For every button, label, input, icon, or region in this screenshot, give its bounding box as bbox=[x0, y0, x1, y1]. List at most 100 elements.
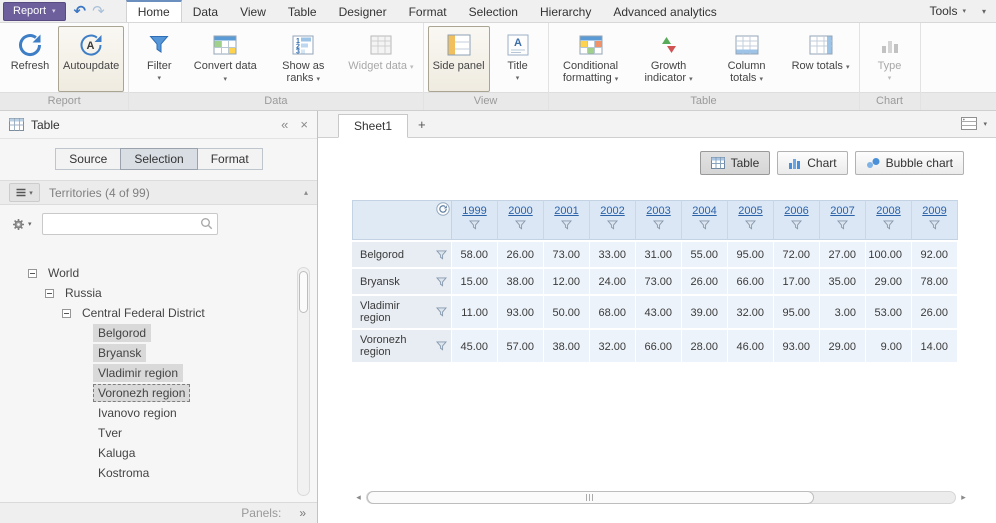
table-cell[interactable]: 72.00 bbox=[774, 240, 820, 267]
panel-tab-selection[interactable]: Selection bbox=[120, 148, 197, 170]
column-filter-icon[interactable] bbox=[636, 220, 681, 230]
table-cell[interactable]: 73.00 bbox=[544, 240, 590, 267]
column-filter-icon[interactable] bbox=[544, 220, 589, 230]
scrollbar-thumb[interactable] bbox=[367, 491, 814, 504]
sheet-tab[interactable]: Sheet1 bbox=[338, 114, 408, 138]
column-filter-icon[interactable] bbox=[820, 220, 865, 230]
filter-button[interactable]: Filter▾ bbox=[133, 26, 185, 92]
chart-type-button[interactable]: Type▾ bbox=[864, 26, 916, 92]
table-cell[interactable]: 32.00 bbox=[590, 328, 636, 362]
table-cell[interactable]: 32.00 bbox=[728, 294, 774, 328]
tree-item-russia[interactable]: Russia bbox=[0, 283, 317, 303]
table-cell[interactable]: 24.00 bbox=[590, 267, 636, 294]
show-as-ranks-button[interactable]: 123 Show as ranks ▾ bbox=[265, 26, 341, 92]
row-filter-icon[interactable] bbox=[436, 307, 447, 317]
tab-view[interactable]: View bbox=[229, 0, 277, 22]
collapse-section-icon[interactable]: ▴ bbox=[304, 188, 308, 197]
column-totals-button[interactable]: Column totals ▾ bbox=[709, 26, 785, 92]
autoupdate-button[interactable]: A Autoupdate bbox=[58, 26, 124, 92]
undo-button[interactable]: ↶ bbox=[71, 2, 90, 21]
view-chart-button[interactable]: Chart bbox=[777, 151, 847, 175]
scroll-right-icon[interactable]: ▸ bbox=[957, 492, 970, 503]
column-filter-icon[interactable] bbox=[498, 220, 543, 230]
column-filter-icon[interactable] bbox=[774, 220, 819, 230]
year-link[interactable]: 2004 bbox=[682, 205, 727, 217]
tree-item-central-federal-district[interactable]: Central Federal District bbox=[0, 303, 317, 323]
table-cell[interactable]: 35.00 bbox=[820, 267, 866, 294]
convert-data-button[interactable]: Convert data ▾ bbox=[187, 26, 263, 92]
collapse-panel-icon[interactable]: « bbox=[281, 118, 288, 131]
year-link[interactable]: 2007 bbox=[820, 205, 865, 217]
row-header[interactable]: Belgorod bbox=[352, 240, 452, 267]
expand-panels-icon[interactable]: » bbox=[299, 506, 306, 520]
horizontal-scrollbar[interactable]: ◂ ▸ bbox=[352, 490, 970, 505]
table-cell[interactable]: 39.00 bbox=[682, 294, 728, 328]
table-cell[interactable]: 14.00 bbox=[912, 328, 958, 362]
tree-collapse-icon[interactable] bbox=[28, 269, 37, 278]
search-input[interactable] bbox=[42, 213, 218, 235]
row-filter-icon[interactable] bbox=[436, 341, 447, 351]
tree-item-vladimir-region[interactable]: Vladimir region bbox=[0, 363, 317, 383]
tree-item-voronezh-region[interactable]: Voronezh region bbox=[0, 383, 317, 403]
tab-selection[interactable]: Selection bbox=[458, 0, 529, 22]
column-filter-icon[interactable] bbox=[866, 220, 911, 230]
scrollbar-track[interactable] bbox=[366, 491, 956, 504]
table-cell[interactable]: 66.00 bbox=[728, 267, 774, 294]
tree-collapse-icon[interactable] bbox=[45, 289, 54, 298]
table-cell[interactable]: 46.00 bbox=[728, 328, 774, 362]
settings-button[interactable]: ▾ bbox=[9, 216, 35, 233]
view-table-button[interactable]: Table bbox=[700, 151, 771, 175]
table-cell[interactable]: 26.00 bbox=[498, 240, 544, 267]
row-filter-icon[interactable] bbox=[436, 250, 447, 260]
tree-item-kostroma[interactable]: Kostroma bbox=[0, 463, 317, 483]
scroll-left-icon[interactable]: ◂ bbox=[352, 492, 365, 503]
table-cell[interactable]: 93.00 bbox=[498, 294, 544, 328]
table-cell[interactable]: 12.00 bbox=[544, 267, 590, 294]
tab-data[interactable]: Data bbox=[182, 0, 229, 22]
close-panel-icon[interactable]: × bbox=[300, 118, 308, 131]
refresh-button[interactable]: Refresh bbox=[4, 26, 56, 92]
table-cell[interactable]: 29.00 bbox=[820, 328, 866, 362]
tree-item-belgorod[interactable]: Belgorod bbox=[0, 323, 317, 343]
refresh-table-button[interactable] bbox=[436, 202, 450, 216]
tab-table[interactable]: Table bbox=[277, 0, 328, 22]
widget-data-button[interactable]: Widget data ▾ bbox=[343, 26, 418, 92]
table-cell[interactable]: 95.00 bbox=[728, 240, 774, 267]
table-cell[interactable]: 38.00 bbox=[544, 328, 590, 362]
row-header[interactable]: Voronezh region bbox=[352, 328, 452, 362]
table-cell[interactable]: 3.00 bbox=[820, 294, 866, 328]
table-cell[interactable]: 26.00 bbox=[682, 267, 728, 294]
table-cell[interactable]: 100.00 bbox=[866, 240, 912, 267]
table-cell[interactable]: 9.00 bbox=[866, 328, 912, 362]
column-filter-icon[interactable] bbox=[590, 220, 635, 230]
year-link[interactable]: 2006 bbox=[774, 205, 819, 217]
table-cell[interactable]: 53.00 bbox=[866, 294, 912, 328]
table-cell[interactable]: 17.00 bbox=[774, 267, 820, 294]
add-sheet-button[interactable]: + bbox=[408, 117, 436, 137]
table-cell[interactable]: 29.00 bbox=[866, 267, 912, 294]
table-cell[interactable]: 28.00 bbox=[682, 328, 728, 362]
column-filter-icon[interactable] bbox=[452, 220, 497, 230]
table-cell[interactable]: 66.00 bbox=[636, 328, 682, 362]
table-cell[interactable]: 58.00 bbox=[452, 240, 498, 267]
sheet-options-button[interactable]: ▾ bbox=[961, 117, 987, 130]
row-totals-button[interactable]: Row totals ▾ bbox=[787, 26, 855, 92]
growth-indicator-button[interactable]: Growth indicator ▾ bbox=[631, 26, 707, 92]
row-header[interactable]: Bryansk bbox=[352, 267, 452, 294]
column-filter-icon[interactable] bbox=[912, 220, 957, 230]
tab-format[interactable]: Format bbox=[398, 0, 458, 22]
table-cell[interactable]: 93.00 bbox=[774, 328, 820, 362]
title-button[interactable]: A Title▾ bbox=[492, 26, 544, 92]
table-cell[interactable]: 33.00 bbox=[590, 240, 636, 267]
table-cell[interactable]: 73.00 bbox=[636, 267, 682, 294]
tree-item-world[interactable]: World bbox=[0, 263, 317, 283]
year-link[interactable]: 2002 bbox=[590, 205, 635, 217]
tab-hierarchy[interactable]: Hierarchy bbox=[529, 0, 602, 22]
conditional-formatting-button[interactable]: Conditional formatting ▾ bbox=[553, 26, 629, 92]
tree-item-bryansk[interactable]: Bryansk bbox=[0, 343, 317, 363]
year-link[interactable]: 2000 bbox=[498, 205, 543, 217]
row-header[interactable]: Vladimir region bbox=[352, 294, 452, 328]
table-cell[interactable]: 38.00 bbox=[498, 267, 544, 294]
tree-item-ivanovo-region[interactable]: Ivanovo region bbox=[0, 403, 317, 423]
year-link[interactable]: 2003 bbox=[636, 205, 681, 217]
